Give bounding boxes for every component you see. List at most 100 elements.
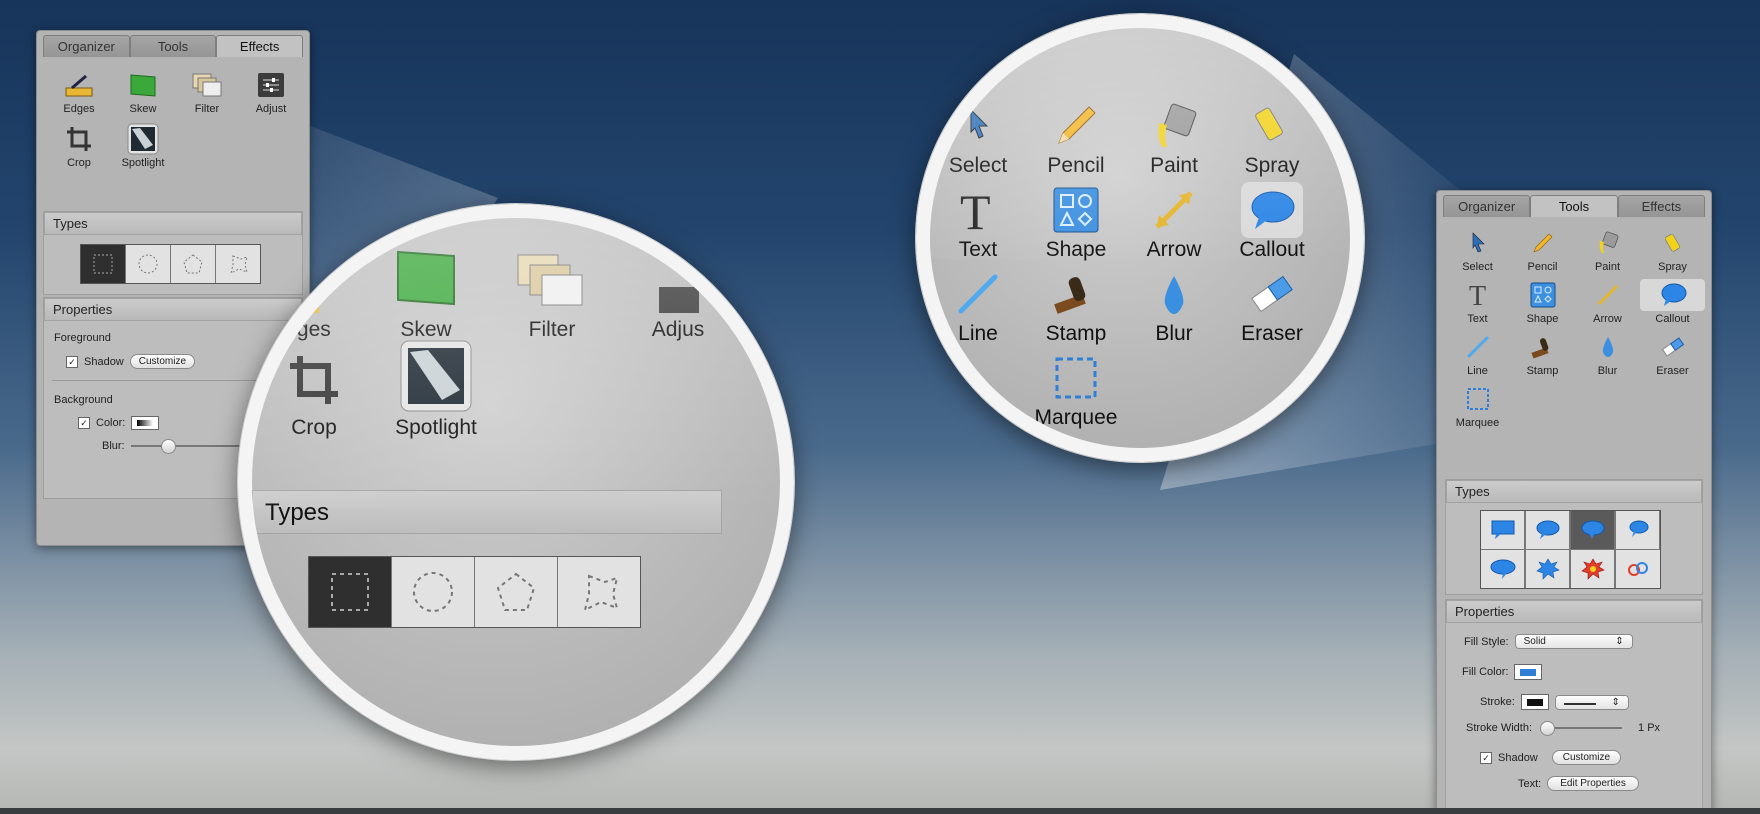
tab-effects[interactable]: Effects bbox=[1617, 195, 1705, 217]
edges-icon bbox=[252, 262, 368, 318]
dashed-pentagon-icon bbox=[183, 254, 203, 274]
tool-label: Spotlight bbox=[395, 416, 477, 439]
tool-marquee[interactable]: Marquee bbox=[1445, 383, 1510, 429]
svg-text:T: T bbox=[1469, 281, 1486, 309]
tool-spray[interactable]: Spray bbox=[1640, 227, 1705, 273]
tool-label: Arrow bbox=[1593, 313, 1622, 325]
dashed-circle-icon bbox=[138, 254, 158, 274]
type-ellipse[interactable] bbox=[126, 245, 171, 283]
zoom-tool-adjust: Adjus bbox=[618, 262, 738, 342]
small-callout-icon bbox=[1629, 520, 1648, 537]
shadow-row: ✓ Shadow Customize bbox=[66, 354, 196, 369]
stroke-width-slider[interactable] bbox=[1540, 721, 1623, 736]
dashed-rectangle-icon bbox=[93, 254, 113, 274]
blur-slider-knob[interactable] bbox=[160, 439, 176, 454]
stroke-style-select[interactable]: ⇕ bbox=[1554, 694, 1629, 710]
updown-chevron-icon: ⇕ bbox=[1615, 636, 1624, 647]
tool-label: Skew bbox=[129, 103, 157, 115]
stroke-color-swatch[interactable] bbox=[1520, 694, 1549, 710]
tool-paint[interactable]: Paint bbox=[1575, 227, 1640, 273]
tool-skew[interactable]: Skew bbox=[111, 69, 175, 115]
type-rounded-callout[interactable] bbox=[1571, 511, 1615, 549]
type-spiky-callout[interactable] bbox=[1526, 550, 1570, 588]
tool-edges[interactable]: Edges bbox=[47, 69, 111, 115]
tool-eraser[interactable]: Eraser bbox=[1640, 331, 1705, 377]
fill-style-value: Solid bbox=[1523, 636, 1546, 647]
tool-blur[interactable]: Blur bbox=[1575, 331, 1640, 377]
type-wide-callout[interactable] bbox=[1481, 550, 1525, 588]
tool-label: Adjus bbox=[651, 318, 705, 341]
tool-arrow[interactable]: Arrow bbox=[1575, 279, 1640, 325]
zoom-types-header: Types bbox=[252, 490, 722, 534]
tool-text[interactable]: T Text bbox=[1445, 279, 1510, 325]
blur-label: Blur: bbox=[102, 440, 125, 452]
blur-row: Blur: bbox=[102, 439, 251, 454]
tool-spotlight[interactable]: Spotlight bbox=[111, 123, 175, 169]
dashed-rectangle-icon bbox=[331, 573, 369, 611]
stamp-icon bbox=[1510, 331, 1575, 363]
type-thought-callout[interactable] bbox=[1616, 550, 1660, 588]
tool-label: Blur bbox=[1155, 322, 1193, 345]
spray-can-icon bbox=[1640, 227, 1705, 259]
pencil-icon bbox=[1510, 227, 1575, 259]
tool-label: Pencil bbox=[1527, 261, 1558, 273]
tab-tools[interactable]: Tools bbox=[1530, 195, 1618, 217]
tab-tools[interactable]: Tools bbox=[129, 35, 217, 57]
tool-label: Select bbox=[1462, 261, 1493, 273]
stroke-width-value: 1 Px bbox=[1638, 722, 1661, 734]
background-label: Background bbox=[54, 394, 113, 406]
tool-label: Marquee bbox=[1455, 417, 1500, 429]
tools-panel: Organizer Tools Effects Select Pencil Pa… bbox=[1436, 190, 1712, 814]
type-polygon[interactable] bbox=[171, 245, 216, 283]
blur-slider[interactable] bbox=[130, 439, 251, 454]
tool-callout[interactable]: Callout bbox=[1640, 279, 1705, 325]
shadow-checkbox[interactable]: ✓ bbox=[1480, 751, 1492, 764]
fill-style-select[interactable]: Solid ⇕ bbox=[1514, 634, 1633, 649]
type-oval-callout[interactable] bbox=[1526, 511, 1570, 549]
marquee-icon bbox=[1445, 383, 1510, 415]
type-rectangle[interactable] bbox=[81, 245, 126, 283]
stroke-label: Stroke: bbox=[1480, 696, 1515, 708]
tool-stamp[interactable]: Stamp bbox=[1510, 331, 1575, 377]
customize-button[interactable]: Customize bbox=[129, 354, 196, 369]
dashed-freeform-icon bbox=[583, 574, 619, 612]
type-rect-callout[interactable] bbox=[1481, 511, 1525, 549]
adjust-icon bbox=[239, 69, 303, 101]
tool-select[interactable]: Select bbox=[1445, 227, 1510, 273]
color-checkbox[interactable]: ✓ bbox=[78, 417, 90, 429]
shadow-row: ✓ Shadow Customize bbox=[1480, 750, 1622, 765]
shadow-checkbox[interactable]: ✓ bbox=[66, 355, 78, 368]
fill-color-label: Fill Color: bbox=[1462, 666, 1509, 678]
stroke-width-knob[interactable] bbox=[1540, 721, 1556, 736]
type-freeform bbox=[558, 557, 640, 627]
tool-line[interactable]: Line bbox=[1445, 331, 1510, 377]
spotlight-icon bbox=[111, 123, 175, 155]
tool-label: Eraser bbox=[1241, 322, 1303, 345]
text-row: Text: Edit Properties bbox=[1518, 776, 1639, 791]
tool-shape[interactable]: Shape bbox=[1510, 279, 1575, 325]
tool-filter[interactable]: Filter bbox=[175, 69, 239, 115]
tab-effects[interactable]: Effects bbox=[216, 35, 304, 57]
water-drop-icon bbox=[1575, 331, 1640, 363]
tab-organizer[interactable]: Organizer bbox=[43, 35, 130, 57]
type-burst-callout[interactable] bbox=[1571, 550, 1615, 588]
tool-adjust[interactable]: Adjust bbox=[239, 69, 303, 115]
fill-color-swatch[interactable] bbox=[1514, 664, 1543, 680]
type-small-callout[interactable] bbox=[1616, 511, 1660, 549]
tool-label: Shape bbox=[1526, 313, 1559, 325]
background-color-swatch[interactable] bbox=[131, 416, 160, 430]
tool-crop[interactable]: Crop bbox=[47, 123, 111, 169]
left-magnifier: dges Skew Filter Adjus Crop Spotlight Ty… bbox=[238, 204, 794, 760]
tool-label: Stamp bbox=[1526, 365, 1559, 377]
tab-organizer[interactable]: Organizer bbox=[1443, 195, 1531, 217]
customize-button[interactable]: Customize bbox=[1551, 750, 1622, 765]
spray-can-icon bbox=[1212, 98, 1332, 154]
double-arrow-icon bbox=[1575, 279, 1640, 311]
tool-label: Text bbox=[958, 238, 998, 261]
tool-pencil[interactable]: Pencil bbox=[1510, 227, 1575, 273]
tool-label: Pencil bbox=[1047, 154, 1105, 177]
dashed-circle-icon bbox=[413, 572, 453, 612]
panel-tabs: Organizer Tools Effects bbox=[1443, 195, 1705, 217]
tool-label: Paint bbox=[1594, 261, 1621, 273]
edit-properties-button[interactable]: Edit Properties bbox=[1547, 776, 1639, 791]
